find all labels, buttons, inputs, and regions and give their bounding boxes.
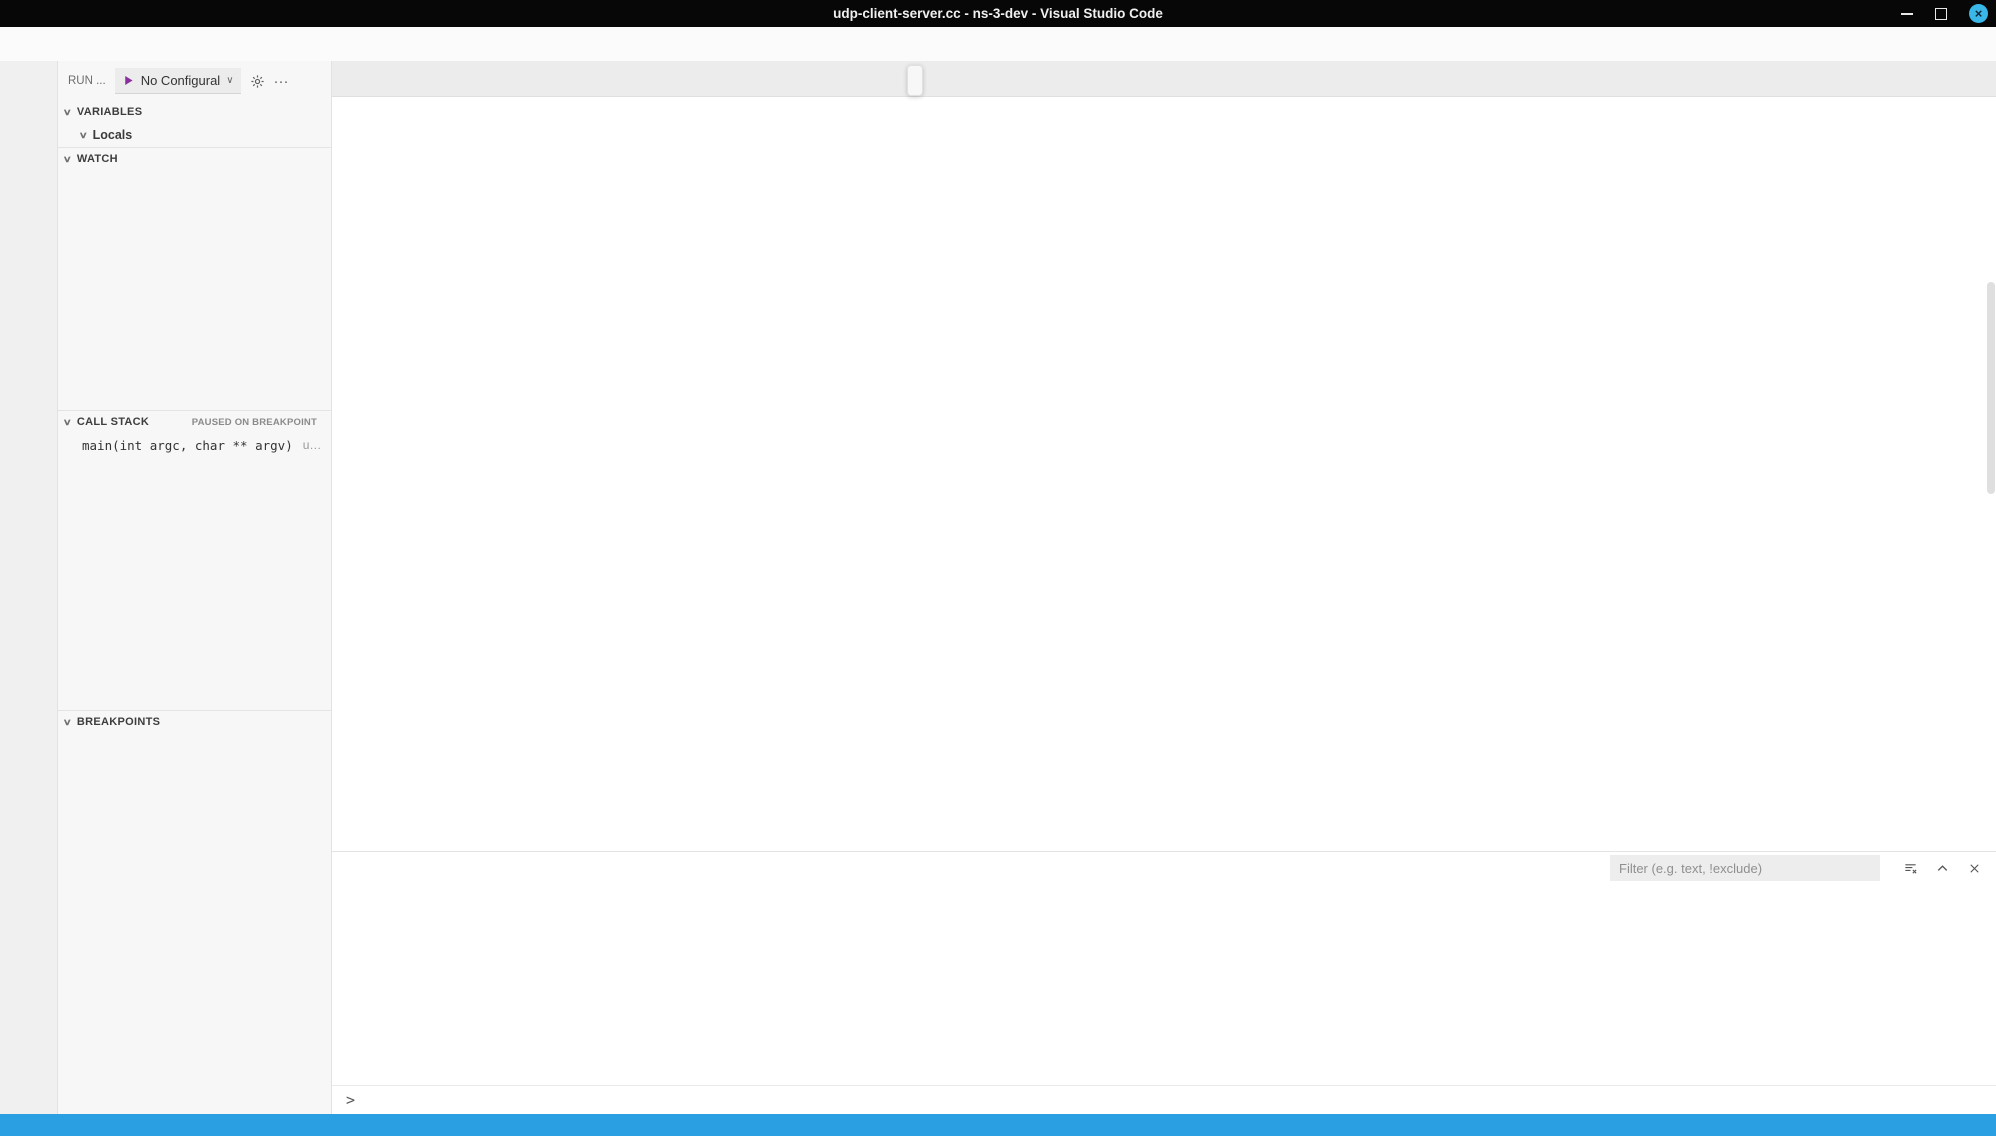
editor-tab-bar	[332, 61, 1996, 97]
editor-group: Filter (e.g. text, !exclude) >	[332, 61, 1996, 1114]
debug-console-input[interactable]: >	[332, 1085, 1996, 1114]
debug-toolbar	[907, 65, 923, 96]
call-stack-section-header[interactable]: ∨ CALL STACK PAUSED ON BREAKPOINT	[58, 410, 331, 433]
maximize-button-icon[interactable]	[1935, 8, 1947, 20]
debug-config-label: No Configural	[141, 73, 221, 88]
clear-console-icon[interactable]	[1903, 861, 1918, 876]
watch-section-header[interactable]: ∨ WATCH	[58, 147, 331, 170]
breadcrumb[interactable]	[332, 96, 1996, 122]
code-editor[interactable]	[332, 122, 1996, 852]
close-panel-icon[interactable]	[1967, 861, 1982, 876]
more-actions-icon[interactable]: ···	[274, 73, 289, 90]
variables-section-header[interactable]: ∨ VARIABLES	[58, 101, 331, 123]
vscode-window: { "window": { "title": "udp-client-serve…	[0, 0, 1996, 1136]
panel-actions: Filter (e.g. text, !exclude)	[1610, 855, 1982, 881]
menu-bar	[0, 27, 1996, 61]
chevron-down-icon: ∨	[63, 154, 73, 165]
call-stack-frame[interactable]: main(int argc, char ** argv) u…	[58, 433, 331, 457]
chevron-down-icon: ∨	[63, 717, 73, 728]
title-bar: udp-client-server.cc - ns-3-dev - Visual…	[0, 0, 1996, 27]
status-bar	[0, 1114, 1996, 1136]
chevron-down-icon: ∨	[226, 75, 233, 86]
debug-side-panel: RUN ... No Configural ∨ ··· ∨ VARIABLES …	[58, 61, 332, 1114]
variables-group-locals[interactable]: ∨ Locals	[58, 123, 331, 147]
chevron-down-icon: ∨	[79, 130, 88, 141]
bottom-panel: Filter (e.g. text, !exclude) >	[332, 851, 1996, 1114]
console-filter-input[interactable]: Filter (e.g. text, !exclude)	[1610, 855, 1880, 881]
minimize-button-icon[interactable]	[1901, 13, 1913, 15]
gear-icon[interactable]	[250, 74, 265, 89]
debug-config-dropdown[interactable]: No Configural ∨	[115, 68, 241, 94]
close-button-icon[interactable]: ×	[1969, 4, 1988, 23]
chevron-down-icon: ∨	[63, 417, 73, 428]
minimap[interactable]	[1858, 122, 1986, 852]
maximize-panel-icon[interactable]	[1935, 861, 1950, 876]
activity-bar	[0, 61, 58, 1114]
editor-scrollbar[interactable]	[1987, 282, 1995, 494]
debug-console-output[interactable]	[363, 885, 1816, 1085]
call-stack-empty-body	[58, 457, 331, 710]
paused-status-badge: PAUSED ON BREAKPOINT	[192, 417, 325, 428]
main-layout: RUN ... No Configural ∨ ··· ∨ VARIABLES …	[0, 61, 1996, 1114]
chevron-down-icon: ∨	[63, 107, 73, 118]
watch-empty-body	[58, 170, 331, 410]
run-header-label: RUN ...	[68, 75, 106, 87]
debug-play-icon	[122, 74, 135, 87]
filter-placeholder: Filter (e.g. text, !exclude)	[1619, 861, 1762, 876]
window-title: udp-client-server.cc - ns-3-dev - Visual…	[0, 0, 1996, 27]
run-panel-header: RUN ... No Configural ∨ ···	[58, 61, 331, 101]
breakpoints-section-header[interactable]: ∨ BREAKPOINTS	[58, 710, 331, 733]
prompt-chevron: >	[346, 1091, 355, 1109]
